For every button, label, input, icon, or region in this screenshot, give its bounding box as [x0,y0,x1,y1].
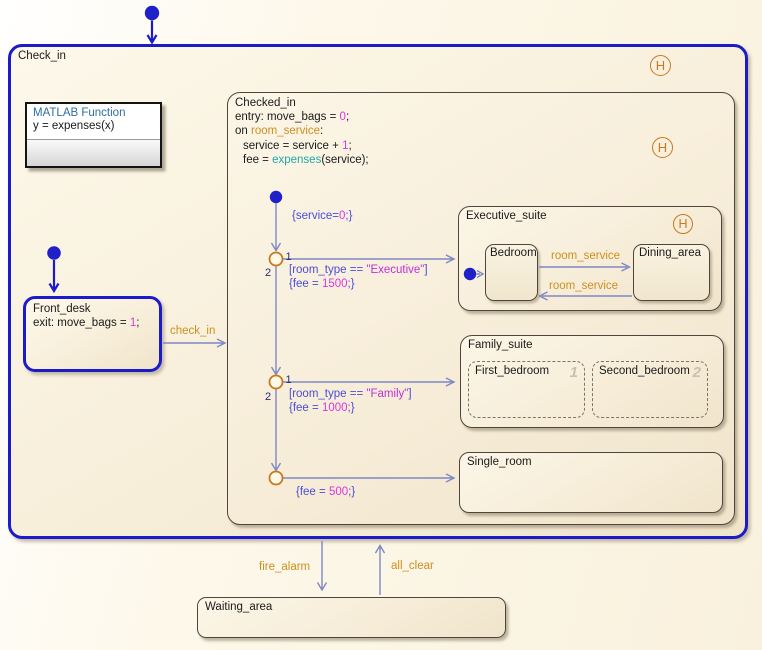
state-front-desk[interactable]: Front_desk exit: move_bags = 1; [23,296,162,372]
code-text: entry: move_bags = [235,111,340,123]
state-first-bedroom[interactable]: First_bedroom 1 [468,361,585,418]
state-title: Check_in [18,50,66,62]
state-label-block: Checked_in entry: move_bags = 0; on room… [235,96,369,167]
state-bedroom[interactable]: Bedroom [485,244,538,301]
stateflow-canvas: Check_in MATLAB Function y = expenses(x)… [0,0,762,650]
transition-label-check-in[interactable]: check_in [170,325,215,337]
parallel-state-index: 2 [693,364,701,381]
code-text: : [320,125,323,137]
parallel-state-index: 1 [570,364,578,381]
condition-text: [room_type == [289,388,366,400]
state-title: First_bedroom [475,365,549,377]
code-text: ; [136,317,139,329]
matlab-function-body-strip [27,139,160,166]
initial-state-dot[interactable] [145,6,159,20]
junction2-branch1-label: 1 [286,374,292,386]
string-literal: "Family" [366,388,408,400]
state-dining-area[interactable]: Dining_area [633,244,710,301]
history-letter: H [656,58,665,73]
code-text: on [235,125,251,137]
state-title: Executive_suite [466,210,547,222]
code-text: fee = [243,154,272,166]
history-letter: H [658,140,667,155]
exit-action-line: exit: move_bags = 1; [33,316,139,330]
transition-label-single-fee[interactable]: {fee = 500;} [296,486,355,498]
transition-label-fire-alarm[interactable]: fire_alarm [259,561,310,573]
history-junction-icon[interactable]: H [673,214,693,234]
action-text: {fee = [296,486,329,498]
condition-text: [room_type == [289,264,366,276]
service-increment-line: service = service + 1; [235,139,369,153]
junction2-branch2-label: 2 [265,391,271,403]
action-text: {service= [292,210,339,222]
code-text: ; [348,140,351,152]
state-title: Front_desk [33,302,139,316]
on-event-line: on room_service: [235,124,369,138]
transition-label-executive-condition[interactable]: [room_type == "Executive"] [289,264,428,276]
state-title: Waiting_area [205,601,272,613]
state-title: Bedroom [490,247,537,259]
action-text: ;} [345,210,352,222]
state-waiting-area[interactable]: Waiting_area [197,597,506,638]
fee-expenses-line: fee = expenses(service); [235,153,369,167]
transition-all-clear[interactable] [376,546,385,596]
default-transition-chart[interactable] [148,21,157,43]
transition-fire-alarm[interactable] [318,541,327,590]
action-text: {fee = [289,278,322,290]
function-name: expenses [272,154,321,166]
state-second-bedroom[interactable]: Second_bedroom 2 [592,361,708,418]
code-text: service = service + [243,140,342,152]
history-junction-icon[interactable]: H [650,55,671,76]
state-single-room[interactable]: Single_room [459,452,723,513]
state-title: Single_room [467,456,532,468]
state-title: Checked_in [235,96,369,110]
string-literal: "Executive" [366,264,424,276]
transition-label-all-clear[interactable]: all_clear [391,560,434,572]
action-text: ;} [348,278,355,290]
state-title: Family_suite [468,339,533,351]
matlab-function-signature: y = expenses(x) [27,119,160,132]
number-literal: 1000 [322,402,348,414]
code-text: exit: move_bags = [33,317,130,329]
transition-label-room-service-top[interactable]: room_service [551,250,620,262]
matlab-function-header: MATLAB Function [27,104,160,119]
state-title: Second_bedroom [599,365,690,377]
transition-label-executive-fee[interactable]: {fee = 1500;} [289,278,355,290]
transition-label-family-fee[interactable]: {fee = 1000;} [289,402,355,414]
entry-action-line: entry: move_bags = 0; [235,110,369,124]
state-title: Dining_area [639,247,701,259]
code-text: (service); [321,154,368,166]
history-junction-icon[interactable]: H [652,137,673,158]
state-label-block: Front_desk exit: move_bags = 1; [33,302,139,330]
junction1-branch2-label: 2 [265,267,271,279]
code-text: ; [346,111,349,123]
action-text: ;} [348,486,355,498]
action-text: {fee = [289,402,322,414]
transition-label-room-service-bottom[interactable]: room_service [549,280,618,292]
transition-label-service-init[interactable]: {service=0;} [292,210,352,222]
junction1-branch1-label: 1 [286,251,292,263]
matlab-function-block[interactable]: MATLAB Function y = expenses(x) [25,102,162,168]
event-name: room_service [251,125,320,137]
transition-label-family-condition[interactable]: [room_type == "Family"] [289,388,412,400]
condition-text: ] [408,388,411,400]
history-letter: H [678,217,687,231]
number-literal: 500 [329,486,348,498]
number-literal: 1500 [322,278,348,290]
condition-text: ] [424,264,427,276]
action-text: ;} [348,402,355,414]
